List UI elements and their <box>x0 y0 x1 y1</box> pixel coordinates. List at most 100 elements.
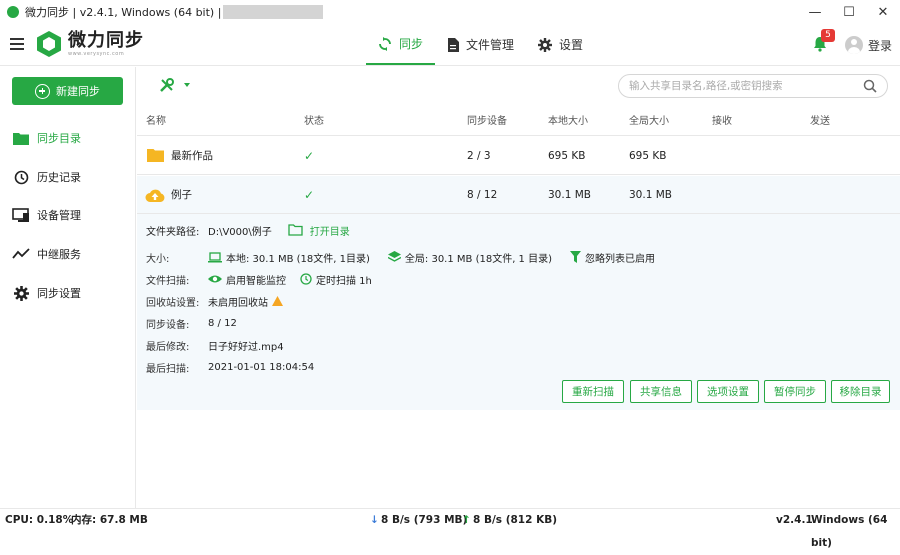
column-header-send[interactable]: 发送 <box>810 108 830 136</box>
remove-folder-button[interactable]: 移除目录 <box>831 380 890 403</box>
column-header-status[interactable]: 状态 <box>304 108 324 136</box>
sidebar-item-history[interactable]: 历史记录 <box>12 167 81 187</box>
global-size: 30.1 MB <box>629 189 672 201</box>
minimize-button[interactable]: — <box>798 0 832 24</box>
notification-badge: 5 <box>821 29 835 42</box>
sidebar-item-label: 同步设置 <box>37 287 81 300</box>
sidebar-item-sync-settings[interactable]: 同步设置 <box>12 283 81 303</box>
timed-scan-status: 定时扫描 1h <box>316 275 372 287</box>
sidebar: 新建同步 同步目录 历史记录 设备管理 中继服务 同步设置 <box>0 67 136 508</box>
folder-icon <box>147 149 164 162</box>
filter-icon <box>570 251 581 263</box>
sync-devices: 8 / 12 <box>467 189 498 201</box>
download-arrow-icon: ↓ <box>370 514 379 526</box>
download-speed: 8 B/s (793 MB) <box>381 514 468 526</box>
logo-text: 微力同步 <box>68 30 144 51</box>
table-row[interactable]: 例子 ✓ 8 / 12 30.1 MB 30.1 MB <box>137 176 900 214</box>
modified-value: 日子好好过.mp4 <box>208 341 284 353</box>
scan-label: 文件扫描: <box>146 275 190 287</box>
folder-outline-icon <box>288 224 303 236</box>
maximize-button[interactable]: ☐ <box>832 0 866 24</box>
os-info: Windows (64 bit) <box>811 514 888 549</box>
devices-value: 8 / 12 <box>208 317 237 329</box>
devices-label: 同步设备: <box>146 319 190 331</box>
app-logo: 微力同步 www.verysync.com <box>36 30 144 58</box>
clock-icon <box>300 273 312 285</box>
status-bar: CPU: 0.18% 内存: 67.8 MB ↓ 8 B/s (793 MB) … <box>0 508 900 549</box>
tools-icon <box>160 78 174 92</box>
menu-icon[interactable] <box>10 38 24 53</box>
logo-subtext: www.verysync.com <box>68 51 125 57</box>
gear-icon <box>538 37 553 52</box>
new-sync-label: 新建同步 <box>56 85 100 98</box>
sidebar-item-relay[interactable]: 中继服务 <box>12 244 81 264</box>
folder-name: 最新作品 <box>171 150 213 162</box>
pause-sync-button[interactable]: 暂停同步 <box>764 380 826 403</box>
gear-icon <box>13 285 29 301</box>
search-box[interactable] <box>618 74 888 98</box>
path-value: D:\V000\例子 <box>208 226 272 238</box>
search-icon[interactable] <box>863 79 877 93</box>
close-button[interactable]: ✕ <box>866 0 900 24</box>
upload-speed: 8 B/s (812 KB) <box>473 514 558 526</box>
status-check-icon: ✓ <box>304 149 315 163</box>
sidebar-item-sync-folders[interactable]: 同步目录 <box>12 128 81 148</box>
recycle-value: 未启用回收站 <box>208 297 268 309</box>
global-size: 695 KB <box>629 150 667 162</box>
avatar-icon <box>845 36 863 54</box>
tools-dropdown[interactable] <box>159 77 193 93</box>
options-button[interactable]: 选项设置 <box>697 380 759 403</box>
search-input[interactable] <box>629 78 849 94</box>
layers-icon <box>387 251 401 262</box>
relay-icon <box>12 248 30 259</box>
path-label: 文件夹路径: <box>146 226 200 238</box>
column-header-local-size[interactable]: 本地大小 <box>548 108 588 136</box>
local-size: 30.1 MB <box>548 189 591 201</box>
warning-icon <box>272 296 283 306</box>
app-header: 微力同步 www.verysync.com 同步 文件管理 设置 5 登录 <box>0 24 900 66</box>
tab-sync-label: 同步 <box>399 37 424 51</box>
eye-icon <box>208 275 222 283</box>
column-header-global-size[interactable]: 全局大小 <box>629 108 669 136</box>
column-header-receive[interactable]: 接收 <box>712 108 732 136</box>
local-size-detail: 本地: 30.1 MB (18文件, 1目录) <box>226 253 370 265</box>
sync-icon <box>379 36 391 51</box>
rescan-button[interactable]: 重新扫描 <box>562 380 624 403</box>
sync-devices: 2 / 3 <box>467 150 491 162</box>
login-label: 登录 <box>868 38 893 53</box>
global-size-detail: 全局: 30.1 MB (18文件, 1 目录) <box>404 253 552 265</box>
redacted-area <box>223 5 324 19</box>
column-header-name[interactable]: 名称 <box>146 108 166 136</box>
tab-file-label: 文件管理 <box>466 38 515 52</box>
new-sync-button[interactable]: 新建同步 <box>12 77 123 105</box>
tab-sync[interactable]: 同步 <box>366 24 436 65</box>
ignore-list-status: 忽略列表已启用 <box>585 253 655 265</box>
table-header: 名称 状态 同步设备 本地大小 全局大小 接收 发送 <box>137 108 900 136</box>
recycle-label: 回收站设置: <box>146 297 200 309</box>
column-header-devices[interactable]: 同步设备 <box>467 108 507 136</box>
open-directory-link[interactable]: 打开目录 <box>288 223 350 238</box>
sidebar-item-devices[interactable]: 设备管理 <box>12 205 81 225</box>
tab-settings[interactable]: 设置 <box>526 24 595 65</box>
tab-settings-label: 设置 <box>559 38 584 52</box>
plus-circle-icon <box>35 83 50 99</box>
folder-name: 例子 <box>171 189 192 201</box>
login-button[interactable]: 登录 <box>845 36 892 54</box>
folder-detail-panel: 文件夹路径: D:\V000\例子 打开目录 大小: 本地: 30.1 MB (… <box>137 214 900 410</box>
scanned-value: 2021-01-01 18:04:54 <box>208 361 315 373</box>
device-icon <box>12 207 29 222</box>
version: v2.4.1 <box>776 514 813 526</box>
smart-monitor-status: 启用智能监控 <box>226 275 286 287</box>
folder-icon <box>13 132 29 145</box>
file-icon <box>448 37 460 52</box>
app-logo-icon <box>7 6 19 18</box>
share-info-button[interactable]: 共享信息 <box>630 380 692 403</box>
window-title: 微力同步 | v2.4.1, Windows (64 bit) | <box>25 6 222 19</box>
tab-file-manager[interactable]: 文件管理 <box>435 24 526 65</box>
laptop-icon <box>208 251 222 262</box>
cloud-upload-icon <box>145 189 165 202</box>
caret-down-icon <box>184 83 190 87</box>
cpu-usage: CPU: 0.18% <box>5 514 74 526</box>
table-row[interactable]: 最新作品 ✓ 2 / 3 695 KB 695 KB <box>137 137 900 175</box>
sidebar-item-label: 设备管理 <box>37 209 81 222</box>
